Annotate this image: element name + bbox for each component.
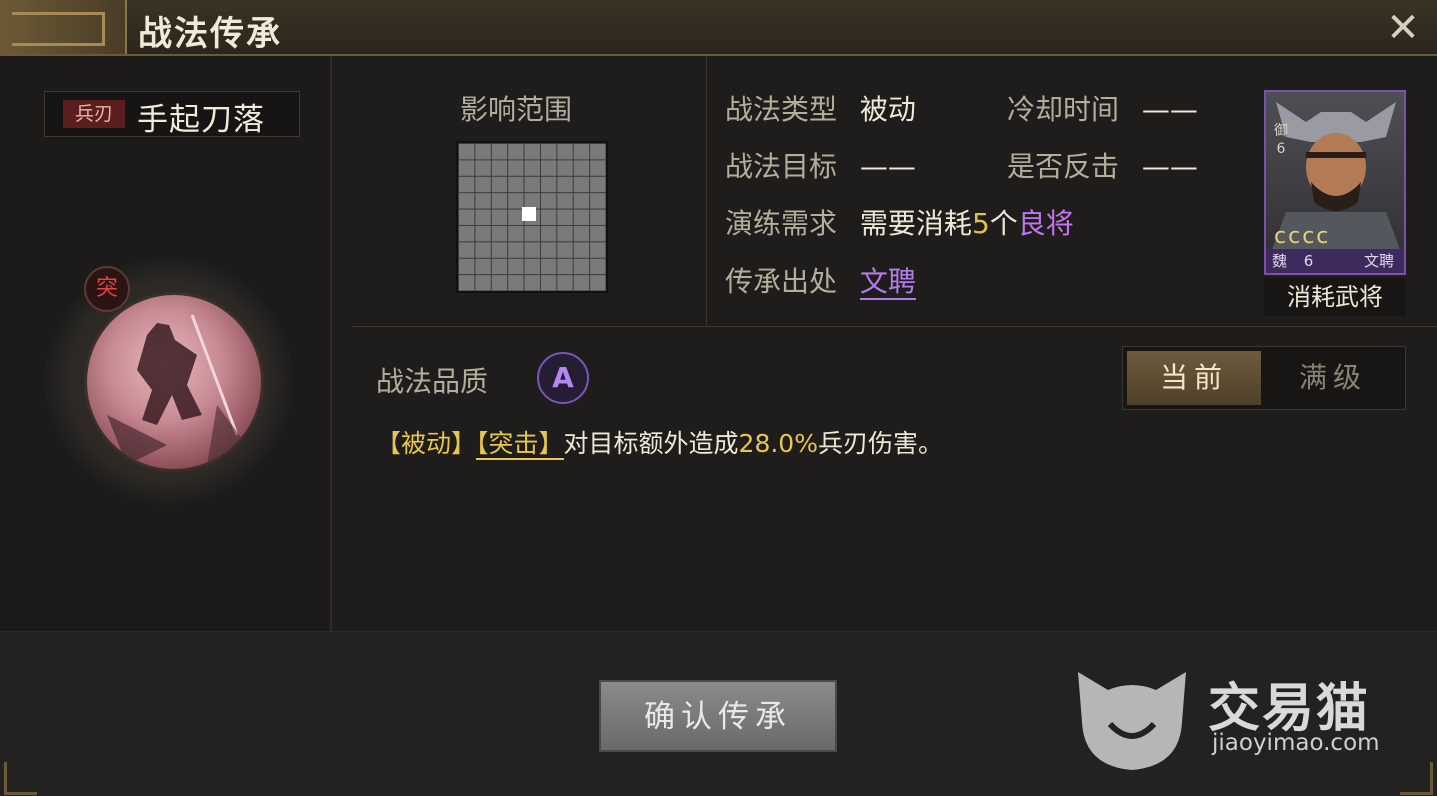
watermark-cat-icon xyxy=(1070,662,1194,778)
cooldown-value: —— xyxy=(1141,93,1198,126)
type-label: 战法类型 xyxy=(725,93,838,126)
skill-portrait-frame: 突 xyxy=(44,256,294,506)
skill-name-box: 兵刃 手起刀落 xyxy=(44,91,300,138)
title-bar: 战法传承 ✕ xyxy=(0,0,1437,56)
desc-text-end: 兵刃伤害。 xyxy=(817,429,943,458)
assault-badge: 突 xyxy=(84,266,130,312)
source-label: 传承出处 xyxy=(725,265,838,298)
target-label: 战法目标 xyxy=(725,150,838,183)
counter-value: —— xyxy=(1141,150,1198,183)
target-value: —— xyxy=(859,150,916,183)
window-title: 战法传承 xyxy=(138,14,282,54)
watermark-url: jiaoyimao.com xyxy=(1212,730,1380,756)
range-active-cell xyxy=(522,207,536,221)
consume-hero-label: 消耗武将 xyxy=(1264,278,1406,316)
hero-level: 6 xyxy=(1303,252,1314,270)
skill-description: 【被动】【突击】对目标额外造成28.0%兵刃伤害。 xyxy=(376,424,943,460)
source-hero-link[interactable]: 文聘 xyxy=(859,265,916,300)
skill-name: 手起刀落 xyxy=(137,102,265,138)
hero-name: 文聘 xyxy=(1363,252,1394,270)
tab-current[interactable]: 当前 xyxy=(1127,351,1261,405)
type-row: 战法类型 被动 xyxy=(725,88,916,128)
close-icon[interactable]: ✕ xyxy=(1383,8,1423,48)
corner-ornament-icon xyxy=(1400,762,1433,795)
requirement-unit: 个 xyxy=(989,207,1018,240)
quality-grade-badge: A xyxy=(537,352,589,404)
hero-defense-value: 6 xyxy=(1276,141,1286,157)
hero-card[interactable]: 御 6 cccc 魏 6 文聘 xyxy=(1264,90,1406,275)
divider xyxy=(706,56,707,326)
corner-ornament-icon xyxy=(4,762,37,795)
quality-label: 战法品质 xyxy=(376,365,489,398)
cooldown-row: 冷却时间 —— xyxy=(1007,88,1198,128)
tab-max-level[interactable]: 满级 xyxy=(1265,351,1401,405)
divider xyxy=(352,326,1437,327)
requirement-quality: 良将 xyxy=(1017,207,1074,240)
hero-defense-char: 御 xyxy=(1274,123,1288,139)
type-value: 被动 xyxy=(859,93,916,126)
hero-defense: 御 6 xyxy=(1272,122,1290,158)
requirement-row: 演练需求 需要消耗5个良将 xyxy=(725,202,1074,242)
counter-label: 是否反击 xyxy=(1007,150,1120,183)
requirement-count: 5 xyxy=(971,207,990,240)
requirement-prefix: 需要消耗 xyxy=(859,207,972,240)
skill-panel: 兵刃 手起刀落 突 xyxy=(0,56,332,631)
level-toggle: 当前 满级 xyxy=(1122,346,1406,410)
cooldown-label: 冷却时间 xyxy=(1007,93,1120,126)
desc-percent: 28.0% xyxy=(738,429,818,458)
skill-type-tag: 兵刃 xyxy=(63,100,125,128)
target-row: 战法目标 —— xyxy=(725,145,916,185)
hero-faction: 魏 xyxy=(1272,252,1288,270)
requirement-label: 演练需求 xyxy=(725,207,838,240)
source-row: 传承出处 文聘 xyxy=(725,260,916,300)
hero-info-bar: 魏 6 文聘 xyxy=(1266,249,1404,273)
skill-portrait-image xyxy=(84,292,264,472)
title-ornament-icon xyxy=(0,0,127,54)
counter-row: 是否反击 —— xyxy=(1007,145,1198,185)
desc-text: 对目标额外造成 xyxy=(563,429,739,458)
desc-assault-link[interactable]: 【突击】 xyxy=(476,429,564,460)
desc-passive-tag: 【被动】 xyxy=(376,429,477,458)
confirm-inherit-button[interactable]: 确认传承 xyxy=(599,680,837,752)
hero-stars: cccc xyxy=(1274,224,1331,249)
range-label: 影响范围 xyxy=(460,93,573,126)
